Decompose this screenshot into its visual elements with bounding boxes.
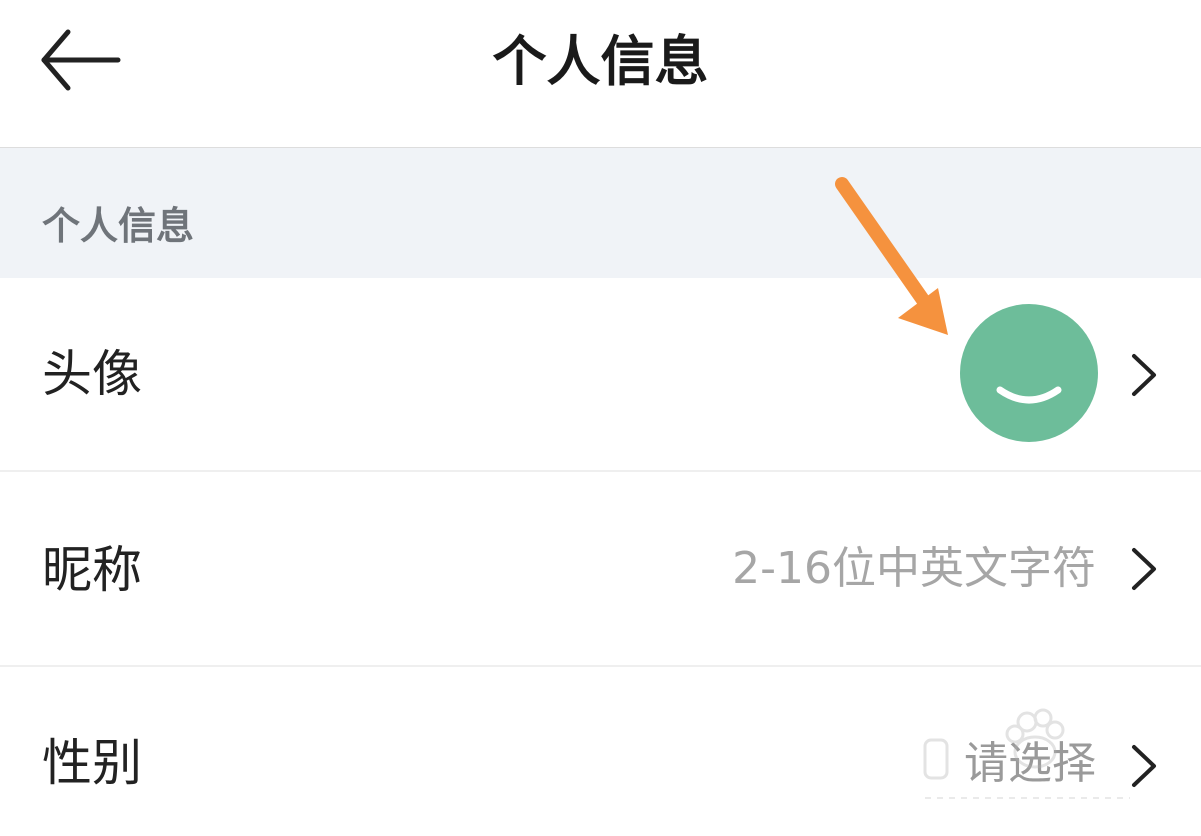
chevron-right-icon (1132, 548, 1156, 590)
section-title: 个人信息 (42, 204, 195, 248)
avatar[interactable] (960, 304, 1098, 442)
nickname-placeholder: 2-16位中英文字符 (732, 543, 1096, 594)
avatar-smile-icon (996, 386, 1062, 404)
nickname-label: 昵称 (42, 541, 142, 599)
page-title: 个人信息 (492, 30, 709, 93)
avatar-label: 头像 (42, 345, 142, 403)
nickname-row[interactable]: 昵称 2-16位中英文字符 (0, 472, 1201, 665)
profile-page: 个人信息 个人信息 头像 昵称 2-16位中英文字符 性别 请选择 (0, 0, 1201, 836)
gender-label: 性别 (42, 734, 142, 792)
chevron-right-icon (1132, 354, 1156, 396)
top-bar: 个人信息 (0, 0, 1201, 148)
avatar-row[interactable]: 头像 (0, 278, 1201, 471)
annotation-arrow-icon (835, 177, 948, 335)
watermark-icon (923, 708, 1130, 799)
